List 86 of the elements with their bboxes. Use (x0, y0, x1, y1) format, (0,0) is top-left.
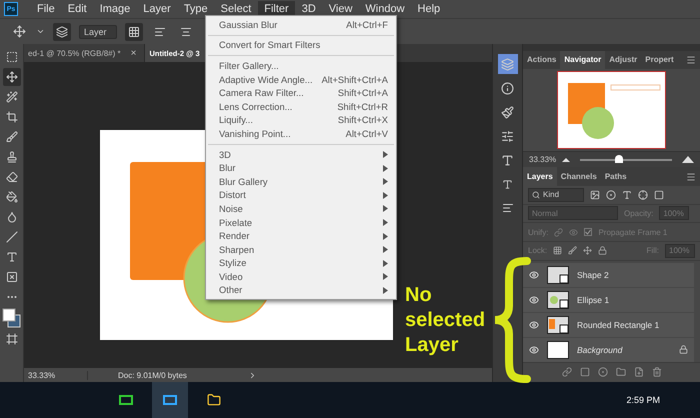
layer-row[interactable]: Background (523, 338, 694, 362)
lock-brush-icon[interactable] (568, 246, 578, 256)
new-layer-icon[interactable] (634, 367, 644, 378)
document-size: Doc: 9.01M/0 bytes (117, 370, 188, 380)
menu-item[interactable]: Type (178, 0, 214, 18)
layer-name: Rounded Rectangle 1 (577, 320, 660, 330)
menu-item[interactable]: Help (412, 0, 446, 18)
smart-object-filter-icon[interactable] (654, 190, 664, 200)
layer-row[interactable]: Ellipse 1 (523, 288, 694, 312)
menu-entry[interactable]: Distort (206, 188, 396, 202)
menu-item[interactable]: Window (359, 0, 411, 18)
menu-item[interactable]: View (322, 0, 358, 18)
visibility-eye-icon[interactable] (529, 320, 539, 330)
menu-entry[interactable]: Blur Gallery (206, 174, 396, 189)
menu-item[interactable]: 3D (296, 0, 322, 18)
layer-row[interactable]: Shape 2 (523, 262, 694, 286)
zoom-out-icon[interactable] (562, 157, 570, 162)
layer-thumbnail (547, 340, 569, 358)
panel-tab[interactable]: Channels (556, 167, 601, 186)
lock-pixels-icon[interactable] (553, 246, 562, 256)
menu-entry[interactable]: Other (206, 284, 396, 298)
menu-item[interactable]: File (31, 0, 61, 18)
menu-entry[interactable]: Filter Gallery... (206, 59, 396, 73)
menu-entry[interactable]: Camera Raw Filter... Shift+Ctrl+A (206, 86, 396, 100)
annotation-text: Layer (405, 332, 460, 358)
menu-entry[interactable]: Lens Correction... Shift+Ctrl+R (206, 100, 396, 114)
menu-entry[interactable]: Blur (206, 161, 396, 175)
layer-dropdown[interactable]: Layer (79, 24, 117, 38)
type-filter-icon[interactable] (622, 190, 632, 200)
menu-entry[interactable]: Liquify... Shift+Ctrl+X (206, 114, 396, 128)
clock-time: 2:59 PM (626, 395, 660, 405)
panel-menu-icon[interactable] (686, 172, 696, 182)
panel-tab[interactable]: Paths (600, 167, 631, 186)
folder-icon[interactable] (616, 367, 626, 378)
menu-entry[interactable]: Render (206, 229, 396, 243)
visibility-eye-icon[interactable] (529, 294, 539, 304)
annotation-text: No (405, 282, 433, 308)
layer-row[interactable]: Rounded Rectangle 1 (523, 312, 694, 336)
close-tab-button[interactable]: × (130, 48, 136, 58)
menu-entry[interactable]: Gaussian Blur Alt+Ctrl+F (206, 18, 396, 32)
menu-entry[interactable]: Video (206, 270, 396, 284)
menu-entry[interactable]: Pixelate (206, 216, 396, 230)
link-layers-icon[interactable] (562, 367, 572, 378)
annotation-text: selected (405, 308, 486, 332)
visibility-eye-icon[interactable] (529, 344, 539, 354)
layer-thumbnail (547, 316, 569, 334)
panel-tab[interactable]: Navigator (560, 50, 606, 70)
menu-item[interactable]: Edit (62, 0, 93, 18)
visibility-eye-icon[interactable] (529, 270, 539, 280)
menu-item[interactable]: Image (94, 0, 136, 18)
chevron-down-icon[interactable] (36, 27, 45, 36)
layer-mask-icon[interactable] (580, 367, 590, 378)
layer-name: Background (577, 344, 624, 354)
zoom-level: 33.33% (24, 370, 88, 380)
lock-icon (679, 345, 688, 354)
chevron-right-icon[interactable] (248, 370, 257, 380)
panel-tab[interactable]: Adjustr (605, 50, 642, 70)
panel-tab[interactable]: Layers (523, 167, 557, 186)
panel-menu-icon[interactable] (686, 54, 696, 65)
panel-tab[interactable]: Actions (523, 50, 560, 70)
menu-entry[interactable]: Sharpen (206, 242, 396, 256)
trash-icon[interactable] (652, 367, 662, 378)
panel-tab[interactable]: Propert (641, 50, 678, 70)
layer-thumbnail (547, 290, 569, 308)
menu-entry[interactable]: 3D (206, 148, 396, 162)
move-tool-icon[interactable] (2, 68, 20, 86)
menu-entry[interactable]: Adaptive Wide Angle... Alt+Shift+Ctrl+A (206, 72, 396, 86)
menu-entry[interactable]: Convert for Smart Filters (206, 38, 396, 52)
navigator-zoom-value: 33.33% (529, 155, 556, 164)
propagate-checkbox[interactable] (584, 228, 592, 236)
zoom-in-icon[interactable] (682, 156, 694, 164)
layer-thumbnail (547, 266, 569, 284)
menu-item[interactable]: Layer (137, 0, 177, 18)
search-icon (532, 190, 540, 199)
lock-position-icon[interactable] (583, 246, 592, 256)
image-filter-icon[interactable] (590, 190, 600, 200)
menu-entry[interactable]: Noise (206, 202, 396, 216)
menu-item[interactable]: Select (214, 0, 258, 18)
layer-filter-dropdown[interactable]: Kind (528, 188, 584, 202)
lock-all-icon[interactable] (598, 246, 608, 256)
layer-name: Ellipse 1 (577, 294, 610, 304)
color-swatches-icon[interactable] (2, 308, 22, 328)
layer-name: Shape 2 (577, 270, 610, 280)
taskbar-app-icon[interactable] (152, 382, 188, 418)
menu-entry[interactable]: Vanishing Point... Alt+Ctrl+V (206, 127, 396, 141)
menu-entry[interactable]: Stylize (206, 256, 396, 270)
